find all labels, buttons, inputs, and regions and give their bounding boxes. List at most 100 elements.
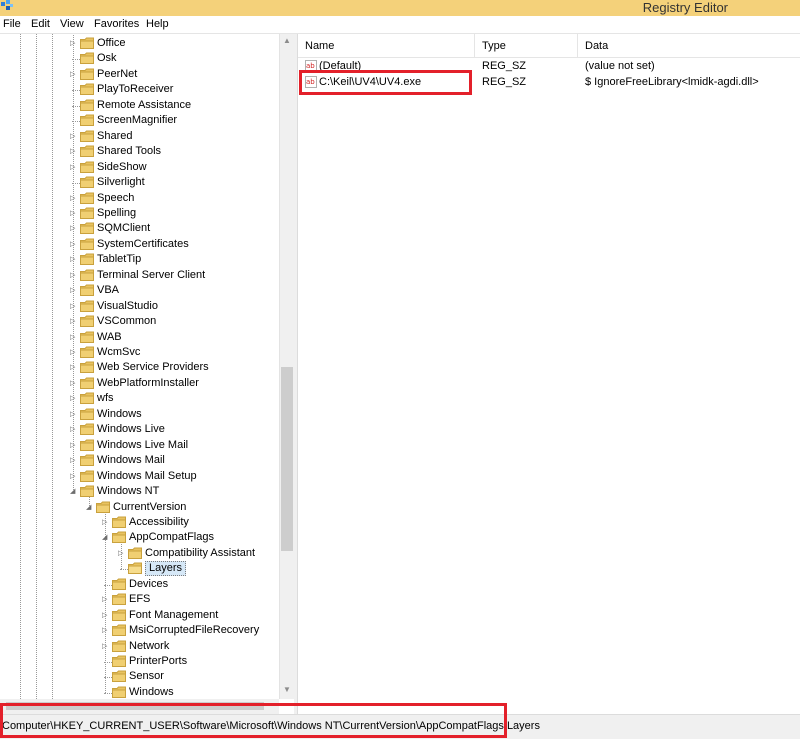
tree-item[interactable]: ▷ MsiCorruptedFileRecovery bbox=[0, 623, 279, 638]
expand-arrow-icon[interactable]: ▷ bbox=[102, 626, 110, 636]
tree-item[interactable]: ScreenMagnifier bbox=[0, 113, 279, 128]
tree-item[interactable]: ▷ Compatibility Assistant bbox=[0, 546, 279, 561]
key-tree[interactable]: ▷ Office Osk ▷ PeerNet PlayToReceiver Remote A… bbox=[0, 34, 294, 699]
collapse-arrow-icon[interactable]: ◢ bbox=[70, 487, 78, 497]
expand-arrow-icon[interactable]: ▷ bbox=[70, 425, 78, 435]
menu-edit[interactable]: Edit bbox=[31, 18, 50, 30]
scroll-up-arrow-icon[interactable]: ▲ bbox=[283, 37, 291, 45]
tree-item[interactable]: ▷ Office bbox=[0, 36, 279, 51]
folder-icon bbox=[80, 269, 94, 281]
tree-item[interactable]: ▷ wfs bbox=[0, 391, 279, 406]
tree-item[interactable]: ▷ Windows Mail bbox=[0, 453, 279, 468]
menu-view[interactable]: View bbox=[60, 18, 84, 30]
tree-item[interactable]: ◢ CurrentVersion bbox=[0, 500, 279, 515]
menu-favorites[interactable]: Favorites bbox=[94, 18, 139, 30]
tree-item[interactable]: ▷ VisualStudio bbox=[0, 299, 279, 314]
tree-item-label: PrinterPorts bbox=[129, 655, 188, 667]
scroll-down-arrow-icon[interactable]: ▼ bbox=[283, 686, 291, 694]
tree-item[interactable]: ▷ TabletTip bbox=[0, 252, 279, 267]
tree-item[interactable]: PlayToReceiver bbox=[0, 82, 279, 97]
title-bar[interactable]: Registry Editor bbox=[0, 0, 800, 16]
expand-arrow-icon[interactable]: ▷ bbox=[102, 642, 110, 652]
expand-arrow-icon[interactable]: ▷ bbox=[70, 317, 78, 327]
tree-item[interactable]: ▷ Spelling bbox=[0, 206, 279, 221]
tree-item[interactable]: ◢ Windows NT bbox=[0, 484, 279, 499]
expand-arrow-icon[interactable]: ▷ bbox=[70, 379, 78, 389]
tree-item[interactable]: ▷ SideShow bbox=[0, 160, 279, 175]
expand-arrow-icon[interactable]: ▷ bbox=[70, 441, 78, 451]
tree-item[interactable]: ▷ Windows Mail Setup bbox=[0, 469, 279, 484]
expand-arrow-icon[interactable]: ▷ bbox=[70, 255, 78, 265]
tree-item[interactable]: Windows bbox=[0, 685, 279, 699]
expand-arrow-icon[interactable]: ▷ bbox=[70, 194, 78, 204]
tree-item[interactable]: ▷ Shared bbox=[0, 129, 279, 144]
menu-help[interactable]: Help bbox=[146, 18, 169, 30]
tree-item[interactable]: ▷ Windows bbox=[0, 407, 279, 422]
tree-item[interactable]: Osk bbox=[0, 51, 279, 66]
tree-item[interactable]: ▷ WAB bbox=[0, 330, 279, 345]
tree-item[interactable]: ▷ Speech bbox=[0, 191, 279, 206]
tree-item[interactable]: ▷ Network bbox=[0, 639, 279, 654]
expand-arrow-icon[interactable]: ▷ bbox=[70, 394, 78, 404]
tree-item[interactable]: ▷ PeerNet bbox=[0, 67, 279, 82]
folder-icon bbox=[80, 37, 94, 49]
column-header-name[interactable]: Name bbox=[298, 34, 475, 58]
tree-vertical-scrollbar[interactable]: ▲ ▼ bbox=[279, 34, 294, 699]
tree-item[interactable]: Sensor bbox=[0, 669, 279, 684]
expand-arrow-icon[interactable]: ▷ bbox=[70, 271, 78, 281]
tree-item[interactable]: ▷ WebPlatformInstaller bbox=[0, 376, 279, 391]
expand-arrow-icon[interactable]: ▷ bbox=[70, 132, 78, 142]
tree-item[interactable]: ▷ VSCommon bbox=[0, 314, 279, 329]
tree-item-label: PlayToReceiver bbox=[97, 83, 174, 96]
tree-item[interactable]: ▷ VBA bbox=[0, 283, 279, 298]
folder-icon bbox=[128, 562, 142, 575]
expand-arrow-icon[interactable]: ▷ bbox=[70, 410, 78, 420]
expand-arrow-icon[interactable]: ▷ bbox=[102, 611, 110, 621]
expand-arrow-icon[interactable]: ▷ bbox=[118, 549, 126, 559]
tree-item-label: Silverlight bbox=[97, 176, 145, 189]
tree-item[interactable]: ▷ SystemCertificates bbox=[0, 237, 279, 252]
tree-item[interactable]: ▷ WcmSvc bbox=[0, 345, 279, 360]
tree-item[interactable]: ◢ AppCompatFlags bbox=[0, 530, 279, 545]
tree-item[interactable]: ▷ SQMClient bbox=[0, 221, 279, 236]
registry-icon[interactable] bbox=[0, 0, 14, 12]
tree-item[interactable]: ▷ EFS bbox=[0, 592, 279, 607]
tree-item[interactable]: PrinterPorts bbox=[0, 654, 279, 669]
tree-item[interactable]: ▷ Windows Live Mail bbox=[0, 438, 279, 453]
expand-arrow-icon[interactable]: ▷ bbox=[70, 333, 78, 343]
tree-item[interactable]: Layers bbox=[0, 561, 279, 577]
menu-file[interactable]: File bbox=[3, 18, 21, 30]
expand-arrow-icon[interactable]: ▷ bbox=[70, 240, 78, 250]
expand-arrow-icon[interactable]: ▷ bbox=[70, 302, 78, 312]
expand-arrow-icon[interactable]: ▷ bbox=[70, 472, 78, 482]
expand-arrow-icon[interactable]: ▷ bbox=[70, 363, 78, 373]
tree-item[interactable]: ▷ Windows Live bbox=[0, 422, 279, 437]
expand-arrow-icon[interactable]: ▷ bbox=[70, 286, 78, 296]
tree-item[interactable]: Remote Assistance bbox=[0, 98, 279, 113]
tree-vertical-scroll-thumb[interactable] bbox=[281, 367, 293, 551]
expand-arrow-icon[interactable]: ▷ bbox=[102, 518, 110, 528]
tree-item[interactable]: ▷ Font Management bbox=[0, 608, 279, 623]
tree-item[interactable]: ▷ Shared Tools bbox=[0, 144, 279, 159]
expand-arrow-icon[interactable]: ▷ bbox=[70, 224, 78, 234]
tree-item[interactable]: ▷ Web Service Providers bbox=[0, 360, 279, 375]
column-header-type[interactable]: Type bbox=[475, 34, 578, 58]
tree-item[interactable]: Silverlight bbox=[0, 175, 279, 190]
folder-icon bbox=[112, 624, 126, 637]
expand-arrow-icon[interactable]: ▷ bbox=[70, 70, 78, 80]
collapse-arrow-icon[interactable]: ◢ bbox=[86, 503, 94, 513]
expand-arrow-icon[interactable]: ▷ bbox=[70, 209, 78, 219]
expand-arrow-icon[interactable]: ▷ bbox=[102, 595, 110, 605]
column-header-data[interactable]: Data bbox=[578, 34, 800, 58]
expand-arrow-icon[interactable]: ▷ bbox=[70, 39, 78, 49]
expand-arrow-icon[interactable]: ▷ bbox=[70, 147, 78, 157]
values-list[interactable]: Name Type Data ab (Default) REG_SZ (valu… bbox=[298, 34, 800, 714]
tree-item[interactable]: Devices bbox=[0, 577, 279, 592]
tree-item[interactable]: ▷ Accessibility bbox=[0, 515, 279, 530]
expand-arrow-icon[interactable]: ▷ bbox=[70, 163, 78, 173]
expand-arrow-icon[interactable]: ▷ bbox=[70, 348, 78, 358]
tree-item[interactable]: ▷ Terminal Server Client bbox=[0, 268, 279, 283]
expand-arrow-icon[interactable]: ▷ bbox=[70, 456, 78, 466]
collapse-arrow-icon[interactable]: ◢ bbox=[102, 533, 110, 543]
tree-item-label: EFS bbox=[129, 593, 151, 606]
